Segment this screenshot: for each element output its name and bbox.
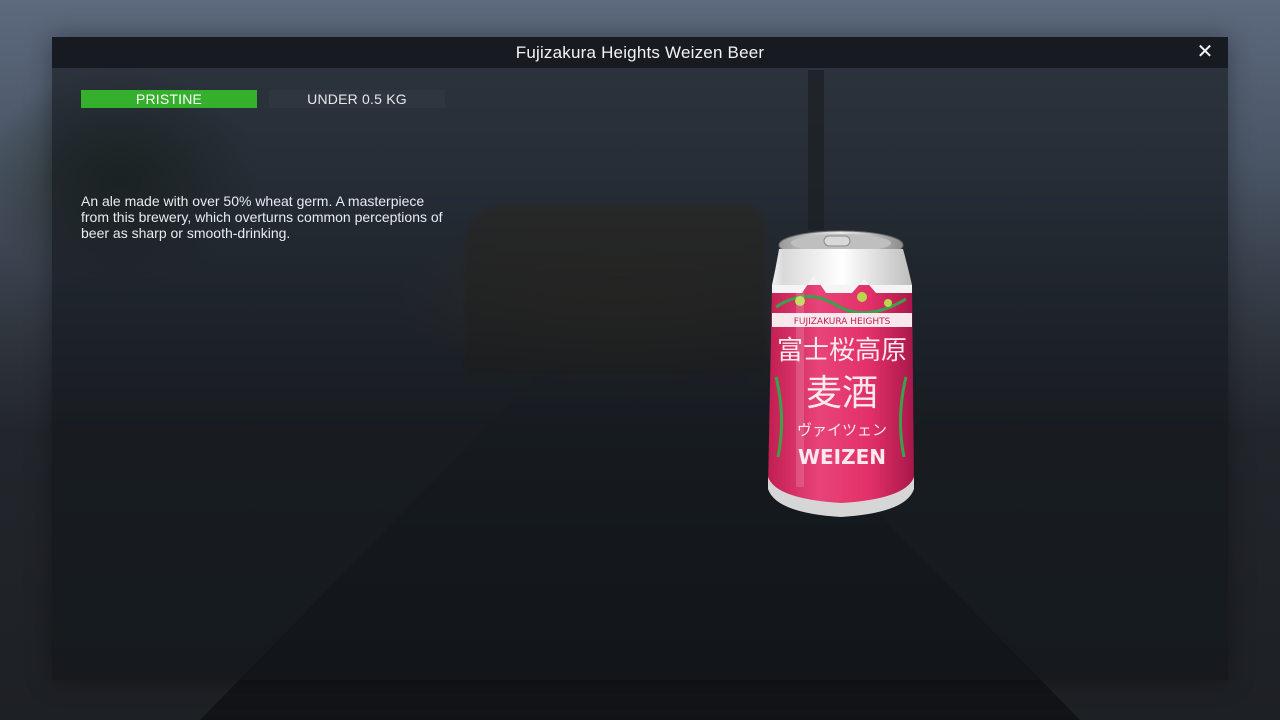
svg-text:FUJIZAKURA HEIGHTS: FUJIZAKURA HEIGHTS (794, 317, 891, 327)
svg-text:WEIZEN: WEIZEN (798, 445, 886, 469)
beer-can-image: FUJIZAKURA HEIGHTS 富士桜高原 麦酒 ヴァイツェン WEIZE… (766, 227, 926, 527)
condition-tag: PRISTINE (81, 90, 257, 108)
modal-title-bar: Fujizakura Heights Weizen Beer ✕ (52, 37, 1228, 68)
item-description: An ale made with over 50% wheat germ. A … (81, 193, 443, 241)
item-inspect-modal: Fujizakura Heights Weizen Beer ✕ PRISTIN… (52, 37, 1228, 680)
svg-text:ヴァイツェン: ヴァイツェン (797, 421, 887, 439)
condition-tag-label: PRISTINE (135, 91, 203, 107)
weight-tag: UNDER 0.5 KG (269, 90, 445, 108)
close-icon[interactable]: ✕ (1194, 41, 1216, 63)
weight-tag-label: UNDER 0.5 KG (307, 91, 407, 107)
svg-text:麦酒: 麦酒 (806, 373, 878, 414)
item-title: Fujizakura Heights Weizen Beer (515, 42, 765, 62)
